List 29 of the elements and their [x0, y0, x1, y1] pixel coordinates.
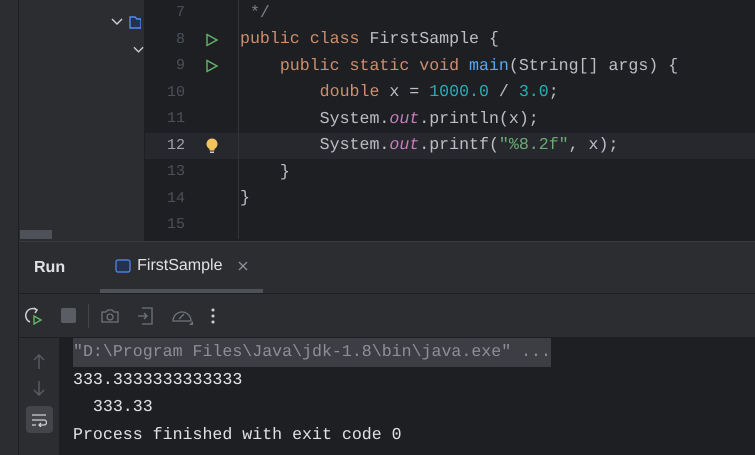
code-line: double x = 1000.0 / 3.0;: [318, 81, 559, 104]
code-line: public static void main(String[] args) {: [278, 54, 678, 77]
run-tab[interactable]: FirstSample: [100, 242, 264, 293]
more-icon[interactable]: [211, 308, 215, 324]
folder-icon: [129, 15, 141, 29]
wrap-icon: [31, 412, 47, 426]
console-icon: [115, 258, 132, 272]
line-number: 12: [166, 136, 185, 156]
code-line: */: [248, 2, 270, 24]
exit-icon[interactable]: [137, 306, 153, 324]
chevron-icon[interactable]: [111, 18, 123, 26]
scrollbar-thumb[interactable]: [20, 230, 52, 239]
rerun-icon[interactable]: [25, 306, 43, 324]
console-line: 333.33: [92, 396, 153, 418]
console-line: 333.3333333333333: [73, 368, 242, 391]
code-line: System.out.println(x);: [318, 108, 539, 130]
panel-title: Run: [34, 258, 66, 278]
code-line: }: [278, 160, 290, 183]
chevron-icon[interactable]: [133, 46, 144, 54]
lightbulb-icon[interactable]: [206, 138, 218, 154]
soft-wrap-toggle[interactable]: [26, 406, 52, 433]
run-icon[interactable]: [204, 32, 218, 47]
code-line: System.out.printf("%8.2f", x);: [318, 134, 618, 156]
run-icon[interactable]: [204, 59, 218, 74]
code-line: public class FirstSample {: [239, 28, 499, 50]
camera-icon[interactable]: [101, 308, 119, 324]
console-line: Process finished with exit code 0: [73, 424, 402, 446]
close-icon[interactable]: [238, 260, 248, 270]
code-line: }: [239, 187, 250, 210]
